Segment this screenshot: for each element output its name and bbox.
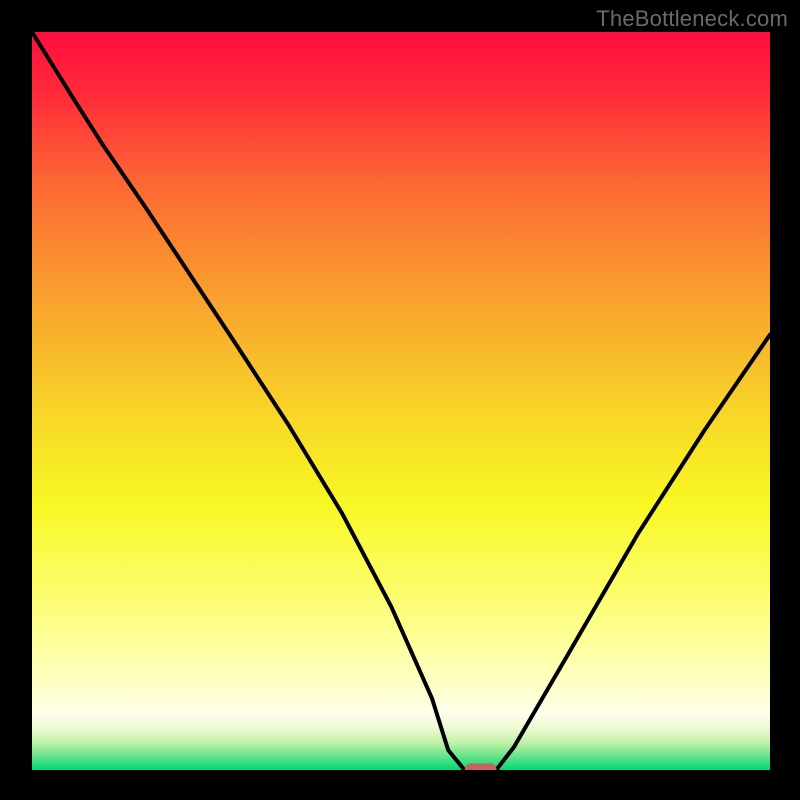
chart-container: TheBottleneck.com (0, 0, 800, 800)
chart-svg (0, 0, 800, 800)
plot-gradient-background (32, 32, 770, 770)
watermark-text: TheBottleneck.com (596, 6, 788, 32)
